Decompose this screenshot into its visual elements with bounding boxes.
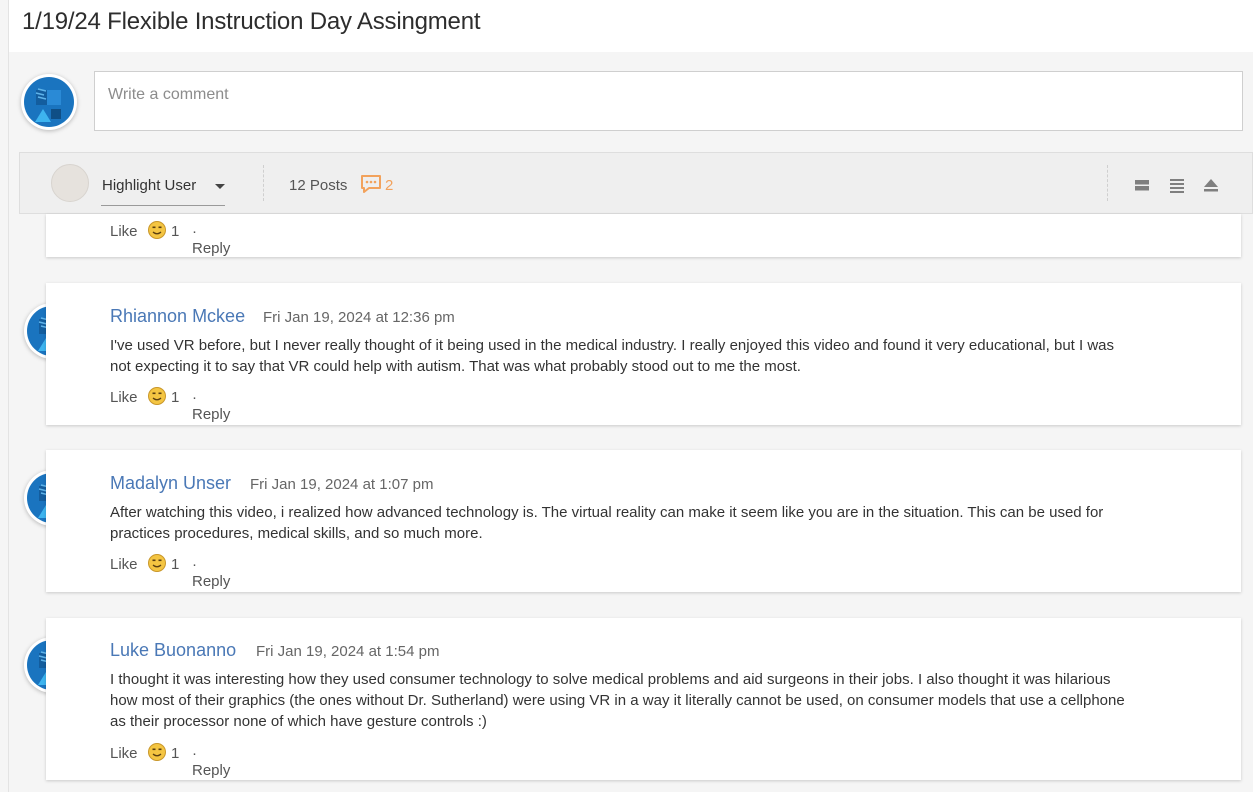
title-bar: 1/19/24 Flexible Instruction Day Assingm… [9, 0, 1253, 52]
discussion-toolbar: Highlight User 12 Posts 2 [19, 152, 1253, 214]
unread-count[interactable]: 2 [385, 177, 393, 194]
like-button[interactable]: Like [110, 556, 138, 573]
comment-card: Madalyn Unser Fri Jan 19, 2024 at 1:07 p… [46, 450, 1241, 592]
reply-button[interactable]: · Reply [192, 745, 230, 779]
comment-author[interactable]: Rhiannon Mckee [110, 306, 245, 327]
comment-line: After watching this video, i realized ho… [110, 504, 1104, 521]
comment-body: I've used VR before, but I never really … [110, 335, 1190, 377]
comment-line: not expecting it to say that VR could he… [110, 358, 801, 375]
toolbar-divider [1107, 165, 1108, 201]
expand-view-icon[interactable] [1134, 177, 1150, 193]
like-button[interactable]: Like [110, 389, 138, 406]
comment-line: as their processor none of which have ge… [110, 713, 487, 730]
highlight-user-avatar [51, 164, 89, 202]
comment-body: After watching this video, i realized ho… [110, 502, 1190, 544]
reply-button[interactable]: · Reply [192, 389, 230, 423]
comment-author[interactable]: Luke Buonanno [110, 640, 236, 661]
smiley-face-icon[interactable] [147, 386, 167, 410]
comment-author[interactable]: Madalyn Unser [110, 473, 231, 494]
collapse-view-icon[interactable] [1203, 177, 1219, 193]
comment-body: I thought it was interesting how they us… [110, 669, 1190, 732]
speech-bubble-icon[interactable] [360, 174, 382, 199]
toolbar-divider [263, 165, 264, 201]
like-button[interactable]: Like [110, 223, 138, 240]
like-count: 1 [171, 223, 180, 240]
like-button[interactable]: Like [110, 745, 138, 762]
comment-card: Rhiannon Mckee Fri Jan 19, 2024 at 12:36… [46, 283, 1241, 425]
page-title: 1/19/24 Flexible Instruction Day Assingm… [22, 8, 481, 35]
user-avatar-icon [21, 74, 77, 130]
comment-card: Like 1 · Reply [46, 214, 1241, 257]
comment-line: how most of their graphics (the ones wit… [110, 692, 1125, 709]
comment-line: I thought it was interesting how they us… [110, 671, 1111, 688]
smiley-face-icon[interactable] [147, 220, 167, 244]
smiley-face-icon[interactable] [147, 742, 167, 766]
comment-date: Fri Jan 19, 2024 at 1:07 pm [250, 476, 434, 493]
highlight-user-label: Highlight User [102, 177, 197, 194]
comment-date: Fri Jan 19, 2024 at 12:36 pm [263, 309, 455, 326]
comment-card: Luke Buonanno Fri Jan 19, 2024 at 1:54 p… [46, 618, 1241, 780]
smiley-face-icon[interactable] [147, 553, 167, 577]
like-count: 1 [171, 556, 180, 573]
reply-button[interactable]: · Reply [192, 556, 230, 590]
highlight-user-dropdown[interactable]: Highlight User [101, 167, 225, 206]
comment-line: practices procedures, medical skills, an… [110, 525, 483, 542]
reply-button[interactable]: · Reply [192, 223, 230, 257]
list-view-icon[interactable] [1169, 177, 1185, 193]
posts-count: 12 Posts [289, 177, 348, 194]
like-count: 1 [171, 745, 180, 762]
comment-date: Fri Jan 19, 2024 at 1:54 pm [256, 643, 440, 660]
chevron-down-icon [215, 184, 225, 189]
like-count: 1 [171, 389, 180, 406]
comment-input[interactable] [94, 71, 1243, 131]
comment-line: I've used VR before, but I never really … [110, 337, 1115, 354]
discussion-page: 1/19/24 Flexible Instruction Day Assingm… [8, 0, 1253, 792]
